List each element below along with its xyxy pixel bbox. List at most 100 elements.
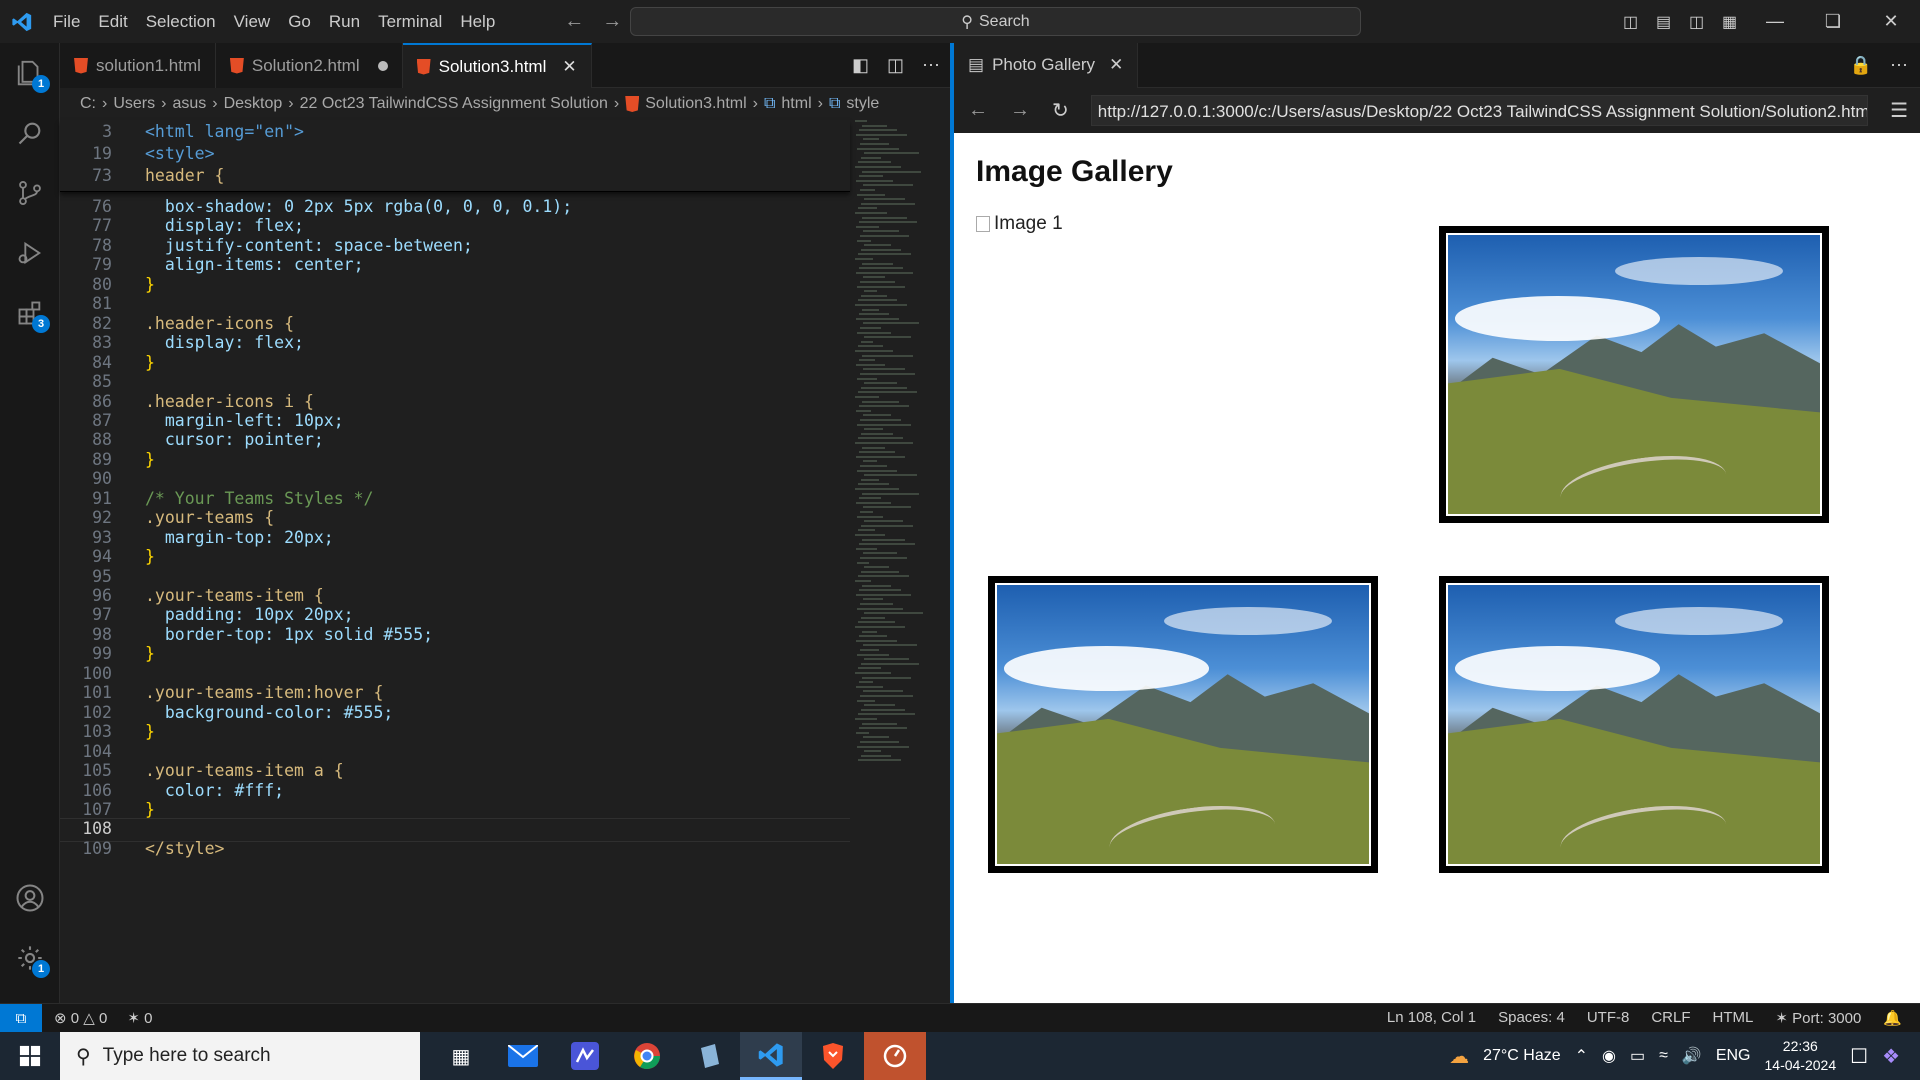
breadcrumb-item[interactable]: C: <box>80 95 96 113</box>
menu-view[interactable]: View <box>225 0 280 43</box>
input-language[interactable]: ENG <box>1716 1047 1751 1065</box>
cursor-position[interactable]: Ln 108, Col 1 <box>1387 1009 1476 1027</box>
notification-center-icon[interactable]: ☐ <box>1850 1044 1868 1069</box>
notes-app-icon[interactable] <box>678 1032 740 1080</box>
minimap-line <box>862 124 887 127</box>
breadcrumb-item[interactable]: style <box>846 95 879 113</box>
toggle-primary-sidebar-icon[interactable]: ◫ <box>1614 12 1647 32</box>
breadcrumb-item[interactable]: Desktop <box>224 95 283 113</box>
unsaved-dot-icon[interactable] <box>377 60 388 71</box>
encoding[interactable]: UTF-8 <box>1587 1009 1630 1027</box>
brave-app-icon[interactable] <box>802 1032 864 1080</box>
battery-icon[interactable]: ▭ <box>1630 1046 1645 1066</box>
tab-solution1[interactable]: solution1.html <box>60 43 216 88</box>
run-debug-icon[interactable] <box>0 223 60 283</box>
editor-scrollbar[interactable] <box>936 120 948 1003</box>
breadcrumb-item[interactable]: Users <box>113 95 155 113</box>
windows-start-icon[interactable] <box>0 1045 60 1067</box>
customize-layout-icon[interactable]: ▦ <box>1713 12 1746 32</box>
live-server-port[interactable]: ✶ Port: 3000 <box>1775 1009 1861 1027</box>
ports-indicator[interactable]: ✶ 0 <box>127 1009 152 1027</box>
code-line: /* Your Teams Styles */ <box>145 488 374 508</box>
menu-edit[interactable]: Edit <box>89 0 136 43</box>
mail-app-icon[interactable] <box>492 1032 554 1080</box>
chevron-up-icon[interactable]: ⌃ <box>1575 1046 1588 1066</box>
menu-selection[interactable]: Selection <box>137 0 225 43</box>
split-editor-icon[interactable]: ◫ <box>887 55 904 76</box>
back-arrow-icon[interactable]: ← <box>564 10 584 33</box>
gallery-image[interactable] <box>1439 226 1829 523</box>
meet-now-icon[interactable]: ◉ <box>1602 1046 1616 1066</box>
accounts-icon[interactable] <box>0 868 60 928</box>
task-view-icon[interactable]: ▦ <box>430 1032 492 1080</box>
breadcrumb-item[interactable]: Solution3.html <box>645 95 746 113</box>
gallery-image[interactable] <box>988 576 1378 873</box>
problems-indicator[interactable]: ⊗ 0 △ 0 <box>54 1009 107 1027</box>
clock[interactable]: 22:36 14-04-2024 <box>1765 1037 1837 1075</box>
taskbar-search[interactable]: ⚲ Type here to search <box>60 1032 420 1080</box>
minimize-icon[interactable]: — <box>1746 11 1804 32</box>
toggle-secondary-sidebar-icon[interactable]: ◫ <box>1680 12 1713 32</box>
command-center-search[interactable]: ⚲ Search <box>630 7 1361 36</box>
toggle-panel-icon[interactable]: ▤ <box>1647 12 1680 32</box>
breadcrumb-item[interactable]: 22 Oct23 TailwindCSS Assignment Solution <box>300 95 608 113</box>
tab-solution3[interactable]: Solution3.html ✕ <box>402 43 592 88</box>
gallery-image[interactable] <box>1439 576 1829 873</box>
browser-back-icon[interactable]: ← <box>968 99 988 122</box>
minimap-line <box>859 221 917 224</box>
minimap-line <box>861 708 905 711</box>
close-window-icon[interactable]: ✕ <box>1862 11 1920 32</box>
breadcrumb-item[interactable]: asus <box>172 95 206 113</box>
tab-photo-gallery[interactable]: ▤ Photo Gallery ✕ <box>954 42 1139 88</box>
chrome-app-icon[interactable] <box>616 1032 678 1080</box>
notifications-bell-icon[interactable]: 🔔 <box>1883 1009 1902 1027</box>
menu-help[interactable]: Help <box>451 0 504 43</box>
manage-gear-icon[interactable]: 1 <box>0 928 60 988</box>
weather-text[interactable]: 27°C Haze <box>1483 1047 1561 1065</box>
restore-icon[interactable]: ❏ <box>1804 11 1862 32</box>
extensions-icon[interactable]: 3 <box>0 283 60 343</box>
line-number: 84 <box>92 352 112 372</box>
volume-icon[interactable]: 🔊 <box>1682 1046 1702 1066</box>
close-tab-icon[interactable]: ✕ <box>1109 55 1123 75</box>
tab-solution2[interactable]: Solution2.html <box>215 43 403 88</box>
browser-menu-icon[interactable]: ☰ <box>1890 98 1920 123</box>
lock-icon[interactable]: 🔒 <box>1850 55 1872 76</box>
minimap-line <box>860 281 895 283</box>
minimap[interactable] <box>855 120 935 1003</box>
indentation[interactable]: Spaces: 4 <box>1498 1009 1565 1027</box>
code-editor[interactable]: 3 <html lang="en"> 19 <style> 73 header … <box>60 120 850 1003</box>
reload-icon[interactable]: ↻ <box>1052 98 1069 123</box>
breadcrumb-item[interactable]: html <box>781 95 811 113</box>
browser-forward-icon[interactable]: → <box>1010 99 1030 122</box>
menu-terminal[interactable]: Terminal <box>369 0 451 43</box>
close-tab-icon[interactable]: ✕ <box>562 57 576 77</box>
end-of-line[interactable]: CRLF <box>1651 1009 1690 1027</box>
line-number: 89 <box>92 449 112 469</box>
menu-run[interactable]: Run <box>320 0 369 43</box>
url-bar[interactable]: http://127.0.0.1:3000/c:/Users/asus/Desk… <box>1090 95 1869 126</box>
explorer-icon[interactable]: 1 <box>0 43 60 103</box>
menu-go[interactable]: Go <box>279 0 320 43</box>
minimap-line <box>862 584 891 587</box>
more-actions-icon[interactable]: ⋯ <box>922 55 940 76</box>
recorder-app-icon[interactable] <box>864 1032 926 1080</box>
chevron-right-icon: › <box>752 95 758 112</box>
minimap-line <box>860 511 873 513</box>
wifi-icon[interactable]: ≈ <box>1659 1047 1668 1065</box>
minimap-line <box>856 363 885 366</box>
copilot-icon[interactable]: ❖ <box>1882 1044 1900 1069</box>
remote-indicator-icon[interactable]: ⧉ <box>0 1003 42 1033</box>
forward-arrow-icon[interactable]: → <box>602 10 622 33</box>
open-preview-icon[interactable]: ◧ <box>852 55 869 76</box>
weather-icon[interactable]: ☁ <box>1449 1044 1469 1069</box>
line-number: 86 <box>92 391 112 411</box>
visual-studio-app-icon[interactable] <box>554 1032 616 1080</box>
language-mode[interactable]: HTML <box>1713 1009 1754 1027</box>
minimap-line <box>855 488 899 490</box>
menu-file[interactable]: File <box>44 0 89 43</box>
more-actions-icon[interactable]: ⋯ <box>1890 55 1908 76</box>
search-view-icon[interactable] <box>0 103 60 163</box>
vscode-app-icon[interactable] <box>740 1032 802 1080</box>
source-control-icon[interactable] <box>0 163 60 223</box>
